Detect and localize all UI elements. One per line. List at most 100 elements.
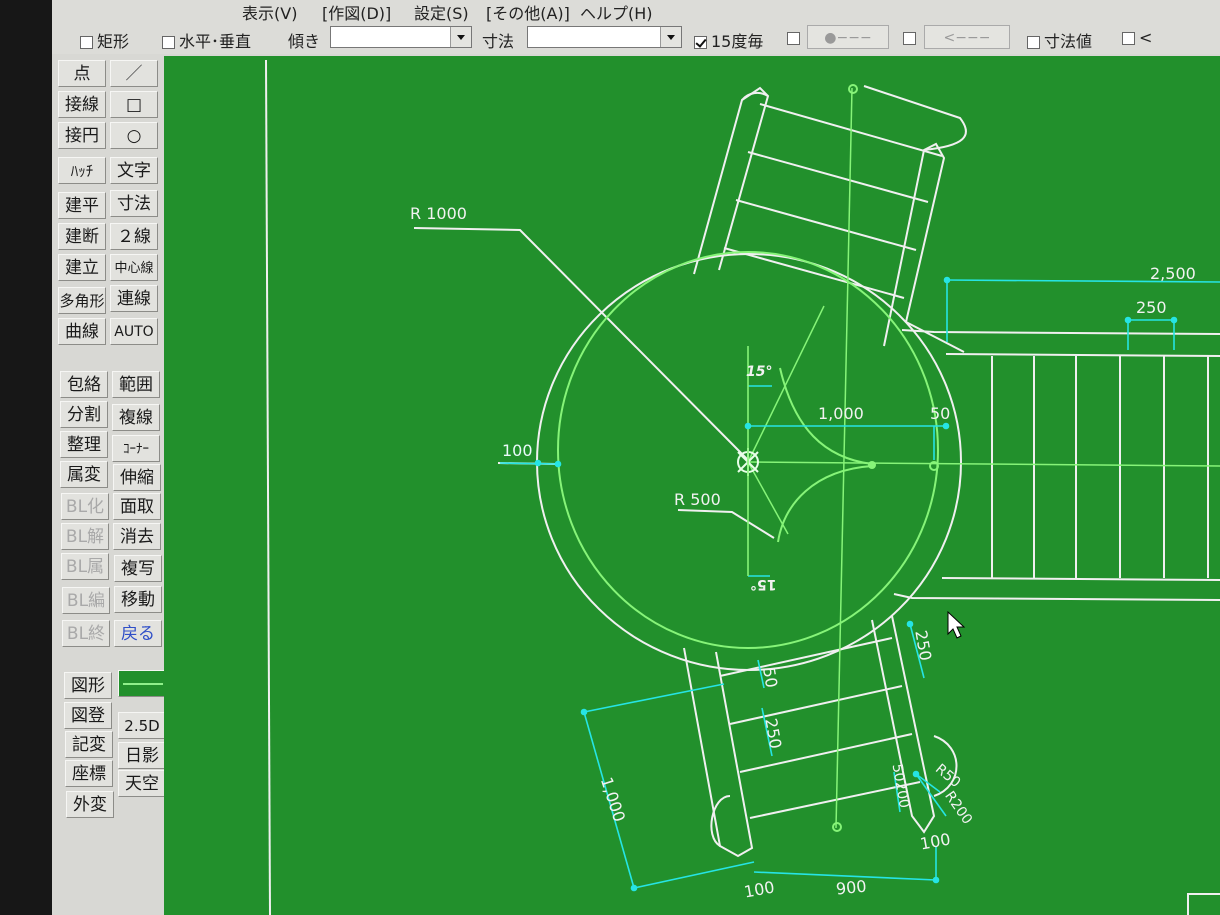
tool-block-explode[interactable]: BL解: [61, 523, 109, 550]
lower-stair-left: [683, 647, 754, 858]
upper-stair-cap: [741, 91, 769, 101]
tool-continuous-line[interactable]: 連線: [110, 285, 158, 312]
tool-chamfer[interactable]: 面取: [113, 493, 161, 520]
tool-copy[interactable]: 複写: [114, 555, 162, 582]
dim-node: [630, 884, 638, 892]
tool-rectangle[interactable]: □: [110, 91, 158, 118]
menu-draw[interactable]: [作図(D)]: [322, 0, 391, 24]
tool-divide[interactable]: 分割: [60, 401, 108, 428]
dimval-checkbox[interactable]: 寸法値: [1027, 28, 1092, 52]
dot-checkbox[interactable]: [787, 28, 804, 47]
tool-corner[interactable]: ｺｰﾅｰ: [112, 435, 160, 462]
checkbox-icon: [1027, 36, 1040, 49]
upper-stair-left: [693, 86, 770, 275]
horiz-vert-checkbox[interactable]: 水平･垂直: [162, 28, 251, 52]
tool-polygon[interactable]: 多角形: [58, 287, 106, 314]
tool-curve[interactable]: 曲線: [58, 318, 106, 345]
tool-external-change[interactable]: 外変: [66, 791, 114, 818]
menu-settings[interactable]: 設定(S): [414, 0, 469, 24]
node: [848, 84, 858, 94]
drawing-svg: [265, 59, 1220, 915]
angle-line-bottom: [747, 461, 789, 535]
dot-line-button[interactable]: ●−−−: [807, 25, 889, 49]
tool-sun-shadow[interactable]: 日影: [118, 742, 166, 769]
dim-1000-ext: [633, 861, 755, 889]
lt-checkbox[interactable]: <: [1122, 28, 1152, 47]
tool-tangent-line[interactable]: 接線: [58, 91, 106, 118]
dim-node: [912, 770, 920, 778]
line-color-swatch[interactable]: [118, 670, 168, 697]
label-900: 900: [835, 876, 868, 899]
tool-2-5d[interactable]: 2.5D: [118, 712, 166, 739]
tool-offset-line[interactable]: 複線: [112, 404, 160, 431]
menu-bar: 表示(V) [作図(D)] 設定(S) [その他(A)] ヘルプ(H): [52, 0, 1220, 24]
screen: 表示(V) [作図(D)] 設定(S) [その他(A)] ヘルプ(H) 矩形 水…: [0, 0, 1220, 915]
dim-label: 寸法: [482, 32, 515, 51]
checkbox-icon: [1122, 32, 1135, 45]
tool-undo[interactable]: 戻る: [114, 620, 162, 647]
tool-sky[interactable]: 天空: [118, 770, 166, 797]
tool-coordinates[interactable]: 座標: [65, 760, 113, 787]
right-stair-inner-top: [945, 353, 1220, 357]
tool-center-line[interactable]: 中心線: [110, 254, 158, 281]
tool-organize[interactable]: 整理: [60, 431, 108, 458]
tool-dimension[interactable]: 寸法: [110, 190, 158, 217]
chevron-down-icon[interactable]: [450, 27, 471, 47]
frame-corner: [1187, 893, 1220, 915]
tool-block-end[interactable]: BL終: [62, 620, 110, 647]
dim-node: [932, 876, 940, 884]
tool-attribute-change[interactable]: 属変: [60, 461, 108, 488]
tool-erase[interactable]: 消去: [113, 523, 161, 550]
tilt-combobox[interactable]: [330, 26, 472, 48]
menu-help[interactable]: ヘルプ(H): [580, 0, 653, 24]
lower-stair-round-left: [710, 795, 731, 847]
tool-point[interactable]: 点: [58, 60, 106, 87]
node: [868, 461, 876, 469]
label-50-h: 50: [930, 404, 951, 423]
checkbox-icon: [787, 32, 800, 45]
monitor-bezel: [0, 0, 56, 915]
tool-hatch[interactable]: ﾊｯﾁ: [58, 157, 106, 184]
tool-range[interactable]: 範囲: [112, 371, 160, 398]
tool-auto[interactable]: AUTO: [110, 318, 158, 345]
drawing-canvas[interactable]: R 1000 R 500 100 15° 15° 1,000 50 2,500 …: [164, 56, 1220, 915]
deg15-checkbox[interactable]: 15度毎: [694, 28, 763, 52]
tool-symbol-change[interactable]: 記変: [65, 731, 113, 758]
tool-move[interactable]: 移動: [114, 586, 162, 613]
tool-block-create[interactable]: BL化: [61, 493, 109, 520]
leader-r500: [677, 509, 775, 539]
tool-envelope[interactable]: 包絡: [60, 371, 108, 398]
arrow-checkbox[interactable]: [903, 28, 920, 47]
tool-building-section[interactable]: 建断: [58, 223, 106, 250]
dim-combobox[interactable]: [527, 26, 682, 48]
tool-figure-register[interactable]: 図登: [64, 702, 112, 729]
label-50-a: 50: [759, 665, 782, 690]
tool-circle[interactable]: ○: [110, 122, 158, 149]
tool-double-line[interactable]: ２線: [110, 223, 158, 250]
tool-block-edit[interactable]: BL編: [62, 587, 110, 614]
tool-tangent-circle[interactable]: 接円: [58, 122, 106, 149]
chevron-down-icon[interactable]: [660, 27, 681, 47]
tool-building-plan[interactable]: 建平: [58, 192, 106, 219]
rect-checkbox[interactable]: 矩形: [80, 28, 129, 52]
menu-other[interactable]: [その他(A)]: [486, 0, 570, 24]
menu-view[interactable]: 表示(V): [242, 0, 297, 24]
arc-lower: [777, 465, 873, 543]
label-2500: 2,500: [1150, 264, 1196, 283]
tool-figure[interactable]: 図形: [64, 672, 112, 699]
drawing-white-lines: [265, 59, 1220, 915]
upper-stair-round: [863, 85, 967, 151]
tool-text[interactable]: 文字: [110, 157, 158, 184]
dim-100-left: [499, 462, 559, 465]
label-r1000: R 1000: [410, 204, 467, 223]
upper-stair-right: [883, 142, 965, 353]
tool-building-elevation[interactable]: 建立: [58, 254, 106, 281]
tool-stretch[interactable]: 伸縮: [113, 464, 161, 491]
arrow-line-button[interactable]: <−−−: [924, 25, 1010, 49]
tool-line[interactable]: ／: [110, 60, 158, 87]
tread: [719, 637, 893, 677]
tilt-label: 傾き: [288, 32, 321, 51]
line-sample-icon: [123, 683, 163, 685]
tool-block-attribute[interactable]: BL属: [61, 553, 109, 580]
dim-node: [534, 459, 542, 467]
